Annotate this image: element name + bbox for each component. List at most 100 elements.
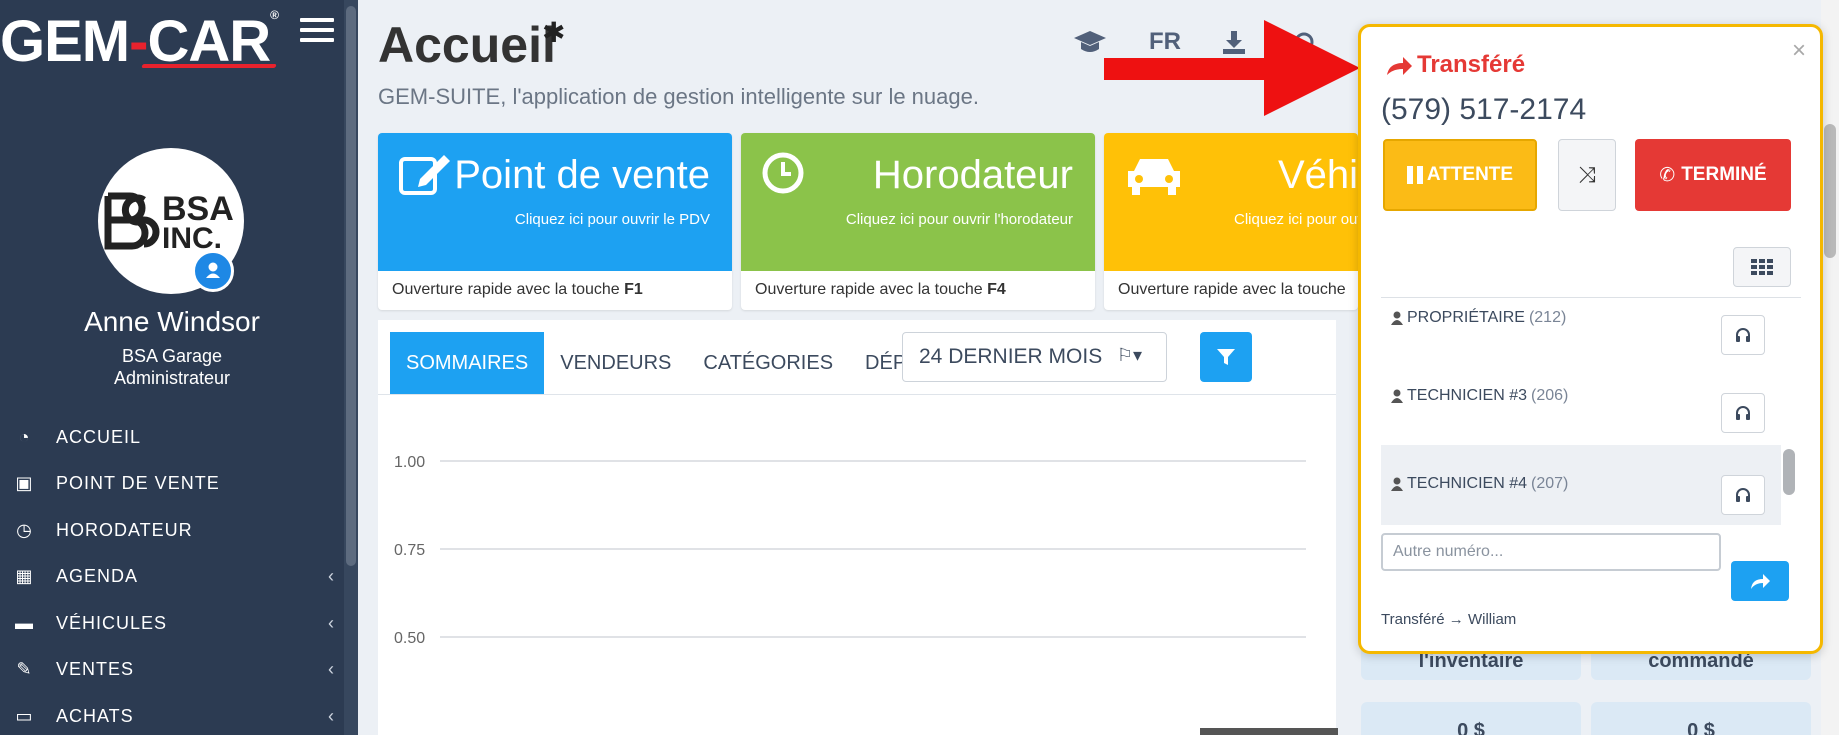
edit-icon: ✎ [16, 659, 32, 680]
chevron-left-icon: ‹ [328, 705, 334, 726]
sidebar-item-point-de-vente[interactable]: ▣ POINT DE VENTE [0, 461, 344, 508]
y-tick-label: 1.00 [394, 454, 425, 471]
y-tick-label: 0.75 [394, 542, 425, 559]
y-tick-label: 0.50 [394, 630, 425, 647]
clock-icon [762, 152, 804, 194]
main-scrollbar[interactable] [1821, 0, 1839, 735]
call-status: Transféré [1385, 51, 1525, 79]
dashboard-panel: SOMMAIRES VENDEURS CATÉGORIES DÉPARTEMEN… [378, 320, 1336, 735]
sidebar-item-vehicules[interactable]: ▬ VÉHICULES ‹ [0, 600, 344, 647]
edit-icon [399, 155, 450, 195]
phone-icon: ✆ [1659, 164, 1676, 186]
pause-icon [1406, 166, 1423, 184]
list-item-selected[interactable]: TECHNICIEN #4 (207) [1381, 445, 1781, 525]
extension-list-scrollbar[interactable] [1783, 449, 1795, 495]
filter-button[interactable] [1200, 332, 1252, 382]
sidebar-item-label: VÉHICULES [56, 612, 168, 633]
caller-number: (579) 517-2174 [1381, 93, 1587, 126]
car-icon [1128, 159, 1180, 195]
tab-vendeurs[interactable]: VENDEURS [544, 332, 687, 394]
keypad-button[interactable] [1733, 247, 1791, 287]
user-role: Administrateur [113, 368, 231, 388]
sidebar-item-label: HORODATEUR [56, 519, 193, 540]
tile-subtitle: Cliquez ici pour ouv [1234, 211, 1358, 228]
sidebar-item-agenda[interactable]: ▦ AGENDA ‹ [0, 554, 344, 601]
sidebar-item-label: ACHATS [56, 705, 134, 726]
page-title: Accueil [378, 17, 556, 73]
call-extension-button[interactable] [1721, 475, 1765, 515]
gear-icon[interactable]: ✱ [542, 16, 565, 49]
calendar-icon: ▦ [15, 566, 33, 587]
tile-subtitle: Cliquez ici pour ouvrir le PDV [514, 211, 710, 228]
close-icon[interactable]: × [1792, 37, 1806, 65]
filter-icon [1217, 349, 1235, 365]
user-company: BSA Garage [121, 346, 223, 366]
hold-button[interactable]: ATTENTE [1383, 139, 1537, 211]
end-call-button[interactable]: ✆ TERMINÉ [1635, 139, 1791, 211]
car-icon: ▬ [15, 612, 33, 633]
sidebar-item-label: VENTES [56, 659, 135, 680]
hamburger-menu-icon[interactable] [300, 18, 334, 44]
call-popup: × Transféré (579) 517-2174 ATTENTE ⤨ ✆ T… [1358, 24, 1823, 654]
tile-title: Point de vente [454, 153, 710, 197]
app-root: GEM-CAR® BSA INC. Anne Windsor BSA Garag… [0, 0, 1839, 735]
extension-label: TECHNICIEN #4 (207) [1391, 475, 1568, 493]
extension-list: PROPRIÉTAIRE (212) TECHNICIEN #3 (206) T… [1381, 299, 1801, 547]
user-name: Anne Windsor [84, 306, 260, 337]
list-item[interactable]: PROPRIÉTAIRE (212) [1381, 299, 1781, 379]
period-select[interactable]: 24 DERNIER MOIS ⚐▾ [902, 332, 1167, 382]
user-icon [1391, 311, 1403, 325]
stat-card-amount-1[interactable]: 0 $ [1361, 702, 1581, 735]
transfer-log: Transféré → William [1381, 611, 1517, 628]
forward-icon [1387, 57, 1412, 75]
sidebar: GEM-CAR® BSA INC. Anne Windsor BSA Garag… [0, 0, 358, 735]
shuffle-icon: ⤨ [1578, 162, 1596, 187]
tab-sommaires[interactable]: SOMMAIRES [390, 332, 545, 394]
headset-icon [1736, 488, 1750, 502]
headset-icon [1736, 406, 1750, 420]
tile-shortcut: Ouverture rapide avec la touche F1 [392, 281, 643, 298]
tab-categories[interactable]: CATÉGORIES [687, 332, 849, 394]
tile-subtitle: Cliquez ici pour ouvrir l'horodateur [845, 211, 1073, 228]
sidebar-item-label: ACCUEIL [56, 426, 142, 447]
call-status-text: Transféré [1417, 51, 1526, 78]
keypad-icon [1751, 259, 1773, 275]
sidebar-item-ventes[interactable]: ✎ VENTES ‹ [0, 647, 344, 694]
sidebar-item-accueil[interactable]: ◔ ACCUEIL [0, 414, 344, 461]
red-arrow-annotation [1104, 20, 1360, 116]
headset-icon [1736, 328, 1750, 342]
other-number-input[interactable] [1381, 533, 1721, 571]
tile-title: Véhic [1278, 153, 1358, 197]
call-extension-button[interactable] [1721, 393, 1765, 433]
sidebar-menu: ◔ ACCUEIL ▣ POINT DE VENTE ◷ HORODATEUR … [0, 414, 344, 735]
transfer-button[interactable]: ⤨ [1558, 139, 1616, 211]
tile-vehicules[interactable]: Véhic Cliquez ici pour ouv Ouverture rap… [1104, 133, 1358, 310]
forward-call-button[interactable] [1731, 561, 1789, 601]
chevron-left-icon: ‹ [328, 612, 334, 633]
period-select-value: 24 DERNIER MOIS [919, 345, 1103, 368]
user-icon[interactable] [192, 250, 234, 292]
credit-card-icon: ▭ [15, 705, 33, 726]
popup-divider [1381, 297, 1801, 298]
tile-horodateur[interactable]: Horodateur Cliquez ici pour ouvrir l'hor… [741, 133, 1095, 310]
chevron-left-icon: ‹ [328, 566, 334, 587]
sidebar-scrollbar[interactable] [344, 0, 358, 735]
clock-icon: ◷ [16, 519, 32, 540]
forward-icon [1751, 574, 1770, 589]
tile-title: Horodateur [872, 153, 1073, 197]
sidebar-item-horodateur[interactable]: ◷ HORODATEUR [0, 507, 344, 554]
sidebar-item-achats[interactable]: ▭ ACHATS ‹ [0, 693, 344, 735]
call-extension-button[interactable] [1721, 315, 1765, 355]
dashboard-icon: ◔ [18, 426, 30, 447]
user-icon [1391, 477, 1403, 491]
chevron-left-icon: ‹ [328, 659, 334, 680]
sidebar-item-label: POINT DE VENTE [56, 473, 220, 494]
extension-label: PROPRIÉTAIRE (212) [1391, 309, 1566, 327]
extension-label: TECHNICIEN #3 (206) [1391, 387, 1568, 405]
tile-shortcut: Ouverture rapide avec la touche F4 [755, 281, 1006, 298]
tile-point-de-vente[interactable]: Point de vente Cliquez ici pour ouvrir l… [378, 133, 732, 310]
chart-tooltip-edge [1200, 728, 1338, 735]
user-icon [1391, 389, 1403, 403]
stat-card-amount-2[interactable]: 0 $ [1591, 702, 1811, 735]
tile-shortcut: Ouverture rapide avec la touche [1118, 281, 1346, 298]
